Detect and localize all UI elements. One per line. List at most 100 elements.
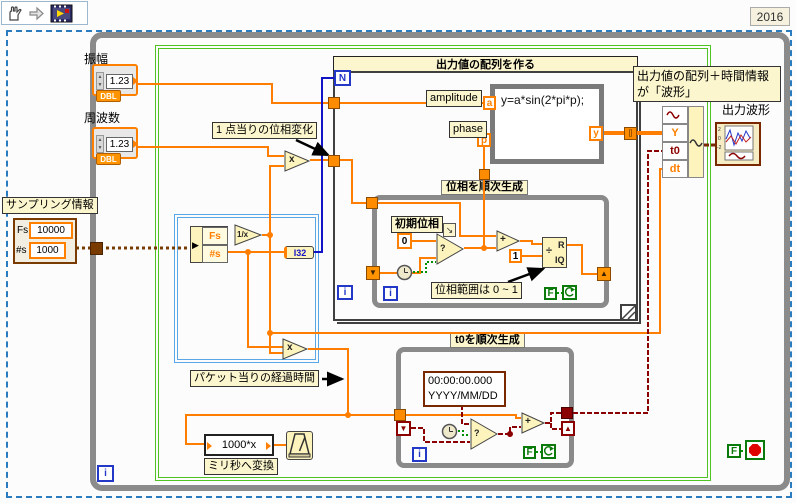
shift-register-right-phase[interactable]: ▲ (597, 267, 611, 281)
sr-up-icon: ▲ (600, 270, 608, 278)
phase-loop-left-tunnel[interactable] (366, 197, 378, 209)
spinner-icon[interactable]: ▲▼ (96, 72, 104, 90)
version-label: 2016 (750, 7, 790, 26)
for-loop-count-terminal[interactable]: N (334, 70, 351, 86)
hand-tool-icon[interactable] (5, 4, 24, 23)
outer-loop-iteration-terminal[interactable]: i (97, 465, 114, 482)
frequency-label: 周波数 (84, 109, 120, 126)
amplitude-tunnel[interactable] (328, 97, 340, 109)
t0-loop-continue-terminal[interactable] (541, 444, 556, 459)
one-constant[interactable]: 1 (509, 249, 522, 263)
arrow-tool-icon[interactable] (28, 5, 46, 22)
waveform-icon (665, 110, 685, 120)
initial-phase-label: 初期位相 (391, 216, 443, 233)
for-loop-iteration-terminal[interactable]: i (337, 285, 353, 300)
select-node-t0[interactable]: ? (470, 418, 498, 450)
phase-change-label: 1 点当りの位相変化 (212, 122, 317, 139)
output-waveform-indicator[interactable]: 2 0 -2 (715, 122, 761, 166)
to-i32-node[interactable]: I32 (284, 246, 314, 259)
ns-field-label: #s (16, 245, 27, 256)
formula-input-a[interactable]: a (483, 96, 496, 110)
fs-field-value[interactable]: 10000 (29, 222, 73, 239)
formula-output-y[interactable]: y (589, 126, 603, 141)
for-loop-page-curl (620, 304, 637, 321)
block-diagram-canvas: 出力値の配列を作る 位相を順次生成 t0を順次生成 (0, 0, 796, 503)
formula-node[interactable]: y=a*sin(2*pi*p); (490, 84, 604, 164)
array-output-tunnel[interactable]: [] (624, 127, 637, 140)
sampling-cluster[interactable]: Fs 10000 #s 1000 (13, 218, 77, 264)
unbundle-ns-cell[interactable]: #s (202, 245, 228, 263)
frequency-type-badge: DBL (96, 153, 121, 165)
packet-time-label: パケット当りの経過時間 (190, 370, 319, 387)
timestamp-time: 00:00:00.000 (428, 374, 501, 389)
cluster-tunnel[interactable] (90, 242, 103, 255)
unbundle-fs-cell[interactable]: Fs (202, 227, 228, 245)
sr-down-icon: ▼ (369, 269, 377, 277)
t0-output-tunnel[interactable] (561, 407, 573, 419)
increment-arrow-icon (133, 77, 138, 85)
amplitude-type-badge: DBL (96, 90, 121, 102)
svg-text:0: 0 (718, 136, 721, 142)
fs-field-label: Fs (17, 225, 28, 236)
waveform-dt-cell[interactable]: dt (662, 160, 688, 178)
ms-convert-label: ミリ秒へ変換 (204, 458, 278, 475)
expression-node[interactable]: 1000*x (204, 434, 274, 456)
waveform-body (688, 106, 704, 178)
amplitude-terminal-label: amplitude (426, 90, 482, 107)
increment-arrow-icon (133, 140, 138, 148)
waveform-y-cell[interactable]: Y (662, 124, 688, 142)
timestamp-constant[interactable]: 00:00:00.000 YYYY/MM/DD (423, 371, 506, 407)
build-waveform-node[interactable]: Y t0 dt (662, 106, 704, 178)
tools-palette (1, 1, 88, 25)
waveform-glyph-cell (662, 106, 688, 124)
outer-loop-false-constant[interactable]: F (727, 444, 741, 458)
unbundle-node[interactable]: ▶ Fs #s (190, 226, 228, 263)
select-node-phase[interactable]: ? (436, 233, 464, 265)
add-node-t0[interactable]: + (521, 412, 545, 434)
phase-out-junction[interactable] (479, 169, 490, 180)
t0-loop-false-constant[interactable]: F (523, 446, 536, 459)
zero-constant[interactable]: 0 (397, 233, 412, 249)
phase-range-label: 位相範囲は 0 ~ 1 (431, 282, 522, 299)
output-waveform-label: 出力波形 (722, 101, 770, 118)
ns-field-value[interactable]: 1000 (29, 242, 66, 259)
page-curl-icon (622, 306, 635, 319)
t0-loop-iteration-terminal[interactable]: i (412, 447, 427, 462)
waveform-icon (689, 138, 703, 148)
output-arrow-icon (266, 442, 271, 450)
phase-loop-iteration-terminal[interactable]: i (383, 286, 398, 301)
phase-increment-tunnel[interactable] (328, 155, 340, 167)
timestamp-date: YYYY/MM/DD (428, 389, 501, 404)
spinner-icon[interactable]: ▲▼ (96, 135, 104, 153)
clip-tool-icon[interactable] (50, 4, 73, 23)
wait-ms-node[interactable] (286, 431, 313, 460)
sr-up-icon: ▲ (564, 425, 572, 433)
continue-arrow-icon (564, 287, 575, 298)
first-call-icon[interactable] (396, 264, 413, 281)
shift-register-left-t0[interactable]: ▼ (396, 421, 411, 436)
sampling-info-label: サンプリング情報 (2, 197, 98, 214)
frequency-value[interactable]: 1.23 (106, 137, 133, 152)
multiply-node-packet[interactable]: x (282, 338, 308, 360)
unbundle-arrow-icon: ▶ (192, 240, 199, 251)
first-call-icon[interactable] (441, 423, 458, 440)
amplitude-value[interactable]: 1.23 (106, 74, 133, 89)
svg-text:2: 2 (718, 127, 721, 133)
stop-icon (749, 444, 761, 456)
phase-loop-title: 位相を順次生成 (441, 180, 528, 195)
multiply-node-phase[interactable]: x (284, 150, 310, 172)
input-arrow-icon (207, 442, 212, 450)
shift-register-left-phase[interactable]: ▼ (366, 266, 380, 280)
shift-register-right-t0[interactable]: ▲ (561, 421, 575, 436)
t0-loop-left-tunnel[interactable] (394, 409, 406, 421)
sr-down-icon: ▼ (400, 425, 408, 433)
for-loop-title: 出力値の配列を作る (333, 56, 638, 72)
svg-text:-2: -2 (717, 145, 722, 151)
waveform-t0-cell[interactable]: t0 (662, 142, 688, 160)
graph-icon: 2 0 -2 (717, 124, 759, 164)
outer-loop-stop-terminal[interactable] (745, 440, 765, 460)
reciprocal-node[interactable]: 1/x (234, 224, 262, 246)
phase-loop-continue-terminal[interactable] (562, 285, 577, 300)
phase-loop-false-constant[interactable]: F (544, 287, 557, 300)
quotient-remainder-node[interactable]: ÷ R IQ (542, 237, 567, 268)
